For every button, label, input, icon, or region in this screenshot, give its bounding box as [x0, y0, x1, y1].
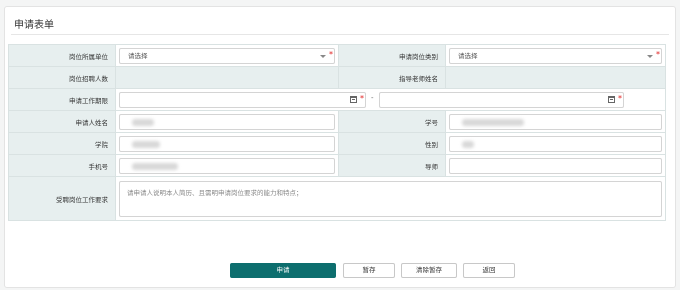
- mentor-field[interactable]: [449, 157, 662, 174]
- back-button[interactable]: 返回: [463, 263, 515, 278]
- applicant-label: 申请人姓名: [8, 110, 116, 133]
- count-value: [115, 66, 339, 89]
- end-date-input[interactable]: *: [379, 91, 624, 108]
- student-id-label: 学号: [338, 110, 446, 133]
- redacted-value: [462, 140, 474, 148]
- teacher-value: [445, 66, 666, 89]
- type-select-value: 请选择: [458, 51, 478, 60]
- phone-label: 手机号: [8, 154, 116, 177]
- count-label: 岗位招聘人数: [8, 66, 116, 89]
- student-id-field[interactable]: [449, 113, 662, 130]
- chevron-down-icon: [647, 54, 653, 58]
- requirement-label: 受聘岗位工作要求: [8, 176, 116, 221]
- applicant-name-field[interactable]: [119, 113, 335, 130]
- start-date-input[interactable]: *: [119, 91, 366, 108]
- redacted-value: [132, 118, 154, 126]
- clear-draft-button[interactable]: 清除暂存: [401, 263, 457, 278]
- required-mark: *: [329, 49, 333, 59]
- college-label: 学院: [8, 132, 116, 155]
- dept-select[interactable]: 请选择 *: [119, 47, 335, 64]
- requirement-textarea[interactable]: 请申请人说明本人简历、且需明申请岗位要求的能力和特点；: [119, 180, 662, 217]
- teacher-label: 指导老师姓名: [338, 66, 446, 89]
- save-draft-button[interactable]: 暂存: [343, 263, 395, 278]
- mentor-label: 导师: [338, 154, 446, 177]
- type-select[interactable]: 请选择 *: [449, 47, 662, 64]
- dept-label: 岗位所属单位: [8, 44, 116, 67]
- apply-button[interactable]: 申请: [230, 263, 336, 278]
- redacted-value: [132, 162, 178, 170]
- redacted-value: [132, 140, 160, 148]
- required-mark: *: [360, 93, 364, 103]
- date-range-separator: -: [371, 93, 374, 102]
- gender-field[interactable]: [449, 135, 662, 152]
- calendar-icon[interactable]: [350, 95, 357, 103]
- calendar-icon[interactable]: [608, 95, 615, 103]
- phone-field[interactable]: [119, 157, 335, 174]
- gender-label: 性别: [338, 132, 446, 155]
- required-mark: *: [656, 49, 660, 59]
- college-field[interactable]: [119, 135, 335, 152]
- application-form-table: 岗位所属单位 请选择 * 申请岗位类别 请选择 * 岗位招聘人数 指导老师姓名 …: [8, 44, 666, 221]
- dept-select-value: 请选择: [128, 51, 148, 60]
- redacted-value: [462, 118, 524, 126]
- required-mark: *: [618, 93, 622, 103]
- period-label: 申请工作期限: [8, 88, 116, 111]
- type-label: 申请岗位类别: [338, 44, 446, 67]
- chevron-down-icon: [320, 54, 326, 58]
- page-title: 申请表单: [14, 20, 54, 31]
- title-divider: [11, 34, 669, 35]
